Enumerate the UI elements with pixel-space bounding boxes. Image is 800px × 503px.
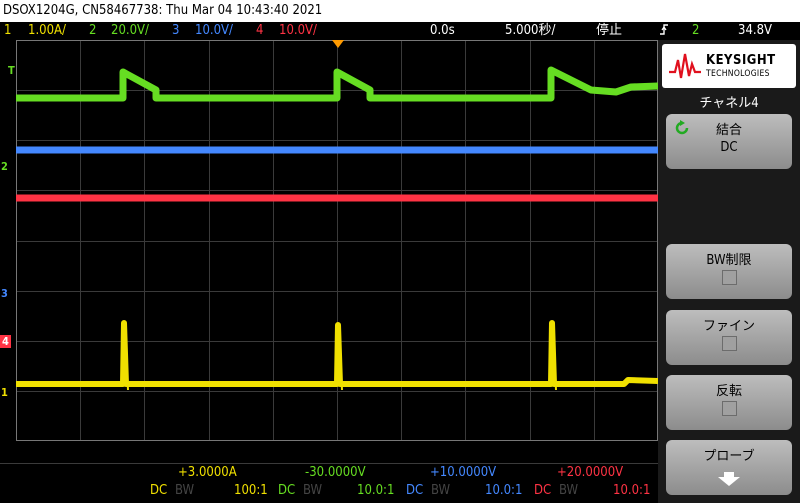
waveform-svg — [16, 40, 659, 441]
softkey-coupling[interactable]: 結合 DC — [666, 114, 792, 169]
softkey-probe-label: プローブ — [703, 449, 755, 464]
invert-checkbox[interactable] — [722, 401, 737, 416]
bw-limit-checkbox[interactable] — [722, 270, 737, 285]
ch1-scale[interactable]: 1.00A/ — [28, 22, 66, 40]
ch3-coupling: DC — [406, 483, 424, 498]
fine-checkbox[interactable] — [722, 336, 737, 351]
run-state[interactable]: 停止 — [596, 22, 622, 40]
ch2-ground-marker[interactable]: 2 — [1, 160, 8, 173]
softkey-panel: KEYSIGHT TECHNOLOGIES チャネル4 結合 DC BW制限 フ… — [658, 40, 800, 503]
brand-sub: TECHNOLOGIES — [706, 69, 770, 79]
ch3-probe: 10.0:1 — [485, 483, 523, 498]
channel-summary: +3.0000A -30.0000V +10.0000V +20.0000V D… — [0, 441, 658, 503]
ch3-offset[interactable]: +10.0000V — [430, 465, 496, 480]
ch4-ground-marker[interactable]: 4 — [0, 335, 11, 348]
trigger-level[interactable]: 34.8V — [738, 22, 772, 40]
softkey-probe[interactable]: プローブ — [666, 440, 792, 495]
softkey-bw-limit-label: BW制限 — [706, 253, 752, 268]
menu-title: チャネル4 — [699, 96, 759, 111]
trigger-marker[interactable]: T — [8, 64, 15, 77]
time-position[interactable]: 0.0s — [430, 22, 455, 40]
trigger-position-icon[interactable] — [332, 40, 344, 48]
title-bar: DSOX1204G, CN58467738: Thu Mar 04 10:43:… — [0, 0, 800, 22]
softkey-coupling-value: DC — [720, 140, 738, 155]
ch2-bw: BW — [303, 483, 323, 498]
keysight-wave-icon — [669, 53, 701, 79]
softkey-bw-limit[interactable]: BW制限 — [666, 244, 792, 299]
ch3-number[interactable]: 3 — [172, 22, 179, 40]
ch3-ground-marker[interactable]: 3 — [1, 287, 8, 300]
brand-name: KEYSIGHT — [706, 53, 776, 68]
ch2-probe: 10.0:1 — [357, 483, 395, 498]
ch2-coupling: DC — [278, 483, 296, 498]
ch1-coupling: DC — [150, 483, 168, 498]
ch4-bw: BW — [559, 483, 579, 498]
down-arrow-icon — [718, 472, 740, 486]
ch3-scale[interactable]: 10.0V/ — [195, 22, 233, 40]
waveform-display[interactable] — [16, 40, 659, 441]
channel-info-bar: 1 1.00A/ 2 20.0V/ 3 10.0V/ 4 10.0V/ 0.0s… — [0, 22, 800, 40]
ch1-ground-marker[interactable]: 1 — [1, 386, 8, 399]
ch1-number[interactable]: 1 — [4, 22, 11, 40]
softkey-invert-label: 反転 — [715, 384, 742, 399]
ch4-number[interactable]: 4 — [256, 22, 263, 40]
softkey-fine-label: ファイン — [702, 319, 755, 334]
window-title: DSOX1204G, CN58467738: Thu Mar 04 10:43:… — [3, 3, 323, 18]
ch1-offset[interactable]: +3.0000A — [178, 465, 237, 480]
softkey-invert[interactable]: 反転 — [666, 375, 792, 430]
ch2-offset[interactable]: -30.0000V — [305, 465, 366, 480]
softkey-coupling-label: 結合 — [715, 123, 742, 138]
softkey-fine[interactable]: ファイン — [666, 310, 792, 365]
ch4-coupling: DC — [534, 483, 552, 498]
keysight-logo: KEYSIGHT TECHNOLOGIES — [662, 44, 796, 88]
trigger-channel[interactable]: 2 — [692, 22, 699, 40]
ch3-bw: BW — [431, 483, 451, 498]
ch1-bw: BW — [175, 483, 195, 498]
ch4-scale[interactable]: 10.0V/ — [279, 22, 317, 40]
time-scale[interactable]: 5.000秒/ — [505, 22, 555, 40]
ch4-probe: 10.0:1 — [613, 483, 651, 498]
ch2-number[interactable]: 2 — [89, 22, 96, 40]
ch2-scale[interactable]: 20.0V/ — [111, 22, 149, 40]
ch1-probe: 100:1 — [234, 483, 268, 498]
ch4-offset[interactable]: +20.0000V — [557, 465, 623, 480]
